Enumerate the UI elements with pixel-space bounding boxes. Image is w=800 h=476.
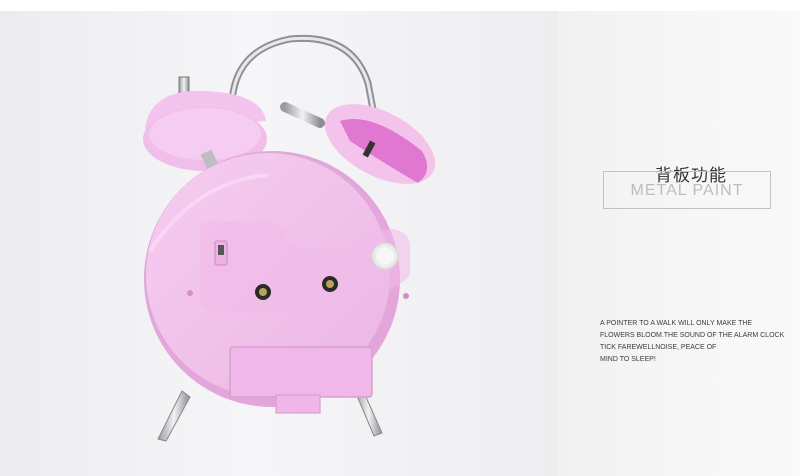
description-line: TICK FAREWELLNOISE, PEACE OF xyxy=(600,344,717,351)
product-photo xyxy=(0,11,558,476)
description-line: FLOWERS BLOOM.THE SOUND OF THE ALARM CLO… xyxy=(600,332,785,339)
info-panel xyxy=(558,11,800,476)
description: A POINTER TO A WALK WILL ONLY MAKE THE F… xyxy=(600,318,796,366)
heading-english: METAL PAINT xyxy=(630,182,744,199)
alarm-switch-button xyxy=(371,242,399,270)
description-line: A POINTER TO A WALK WILL ONLY MAKE THE xyxy=(600,320,753,327)
alarm-clock-back-illustration xyxy=(143,34,436,442)
heading-frame: METAL PAINT xyxy=(603,171,771,209)
description-line: MIND TO SLEEP! xyxy=(600,356,656,363)
